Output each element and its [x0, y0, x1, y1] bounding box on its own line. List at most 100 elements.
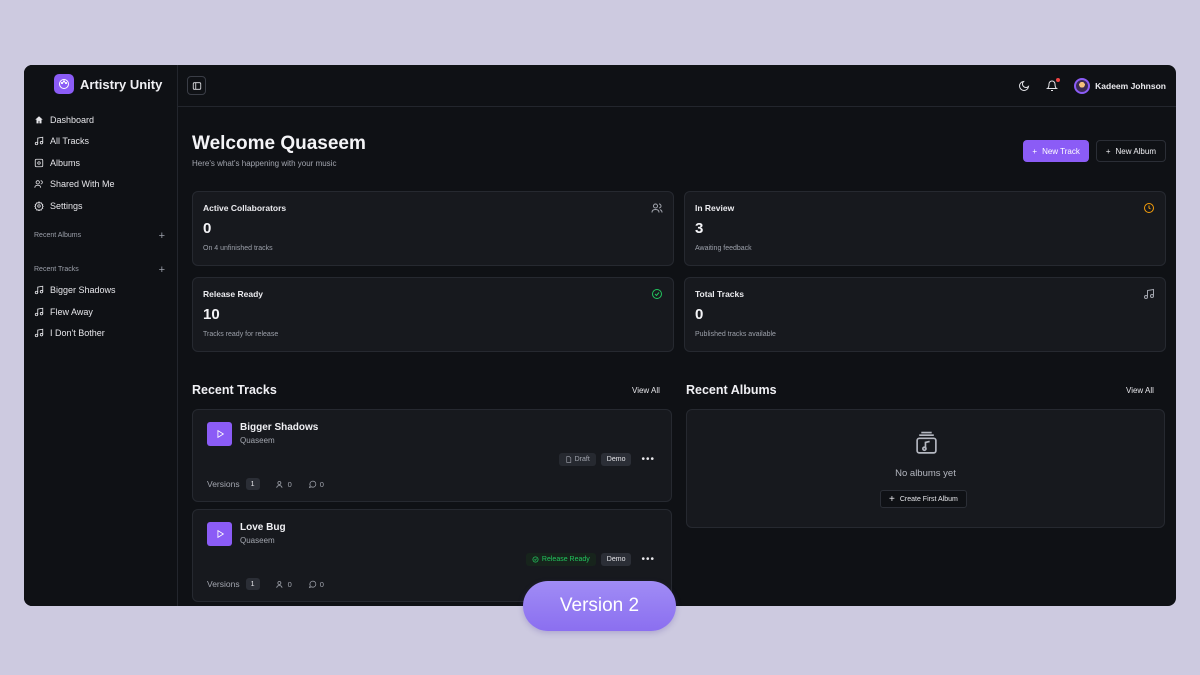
track-name: Love Bug [240, 522, 286, 533]
gear-icon [34, 200, 44, 211]
new-album-button[interactable]: + New Album [1095, 140, 1166, 162]
album-stack-icon [916, 431, 937, 454]
sidebar-item-shared[interactable]: Shared With Me [24, 174, 177, 196]
comment-icon [308, 480, 316, 488]
recent-albums-title: Recent Albums [686, 383, 777, 397]
sidebar-track-i-dont-bother[interactable]: I Don't Bother [24, 323, 177, 345]
file-icon [566, 456, 571, 463]
recent-albums-label: Recent Albums [34, 232, 82, 239]
check-circle-icon [652, 289, 662, 299]
stat-desc: Awaiting feedback [695, 245, 752, 252]
recent-tracks-label: Recent Tracks [34, 266, 79, 273]
stat-card-active-collaborators: Active Collaborators 0 On 4 unfinished t… [192, 191, 674, 266]
brand-name: Artistry Unity [80, 76, 163, 92]
music-note-icon [1144, 288, 1154, 299]
add-album-icon[interactable]: + [159, 230, 165, 242]
sidebar-item-label: Flew Away [50, 306, 93, 317]
status-label: Draft [574, 456, 590, 463]
recent-albums-view-all-link[interactable]: View All [1126, 386, 1154, 395]
version-badge: Version 2 [523, 581, 676, 631]
recent-tracks-header: Recent Tracks + [24, 263, 177, 277]
track-name: Bigger Shadows [240, 422, 319, 433]
user-menu[interactable]: Kadeem Johnson [1074, 77, 1166, 94]
play-icon[interactable] [207, 422, 232, 446]
versions-label: Versions [207, 579, 240, 589]
stat-title: In Review [695, 203, 735, 213]
stat-desc: On 4 unfinished tracks [203, 245, 273, 252]
sidebar-item-label: All Tracks [50, 136, 90, 147]
palette-icon [54, 74, 74, 94]
sidebar-item-label: I Don't Bother [50, 328, 105, 339]
create-album-label: Create First Album [899, 495, 958, 503]
empty-state-text: No albums yet [895, 468, 956, 479]
type-badge: Demo [600, 453, 632, 466]
sidebar-item-albums[interactable]: Albums [24, 152, 177, 174]
topbar-actions: Kadeem Johnson [1018, 77, 1166, 94]
track-meta: Versions 1 0 0 [207, 478, 324, 490]
stat-value: 3 [695, 220, 704, 237]
new-track-button[interactable]: + New Track [1023, 140, 1089, 162]
notifications-button[interactable] [1046, 77, 1061, 92]
music-note-icon [34, 137, 44, 146]
sidebar-item-settings[interactable]: Settings [24, 195, 177, 217]
plus-icon: + [1032, 146, 1038, 156]
collaborators-value: 0 [287, 579, 292, 589]
recent-tracks-view-all-link[interactable]: View All [632, 386, 660, 395]
music-note-icon [34, 329, 44, 338]
users-icon [651, 203, 663, 213]
track-card[interactable]: Bigger Shadows Quaseem Draft Demo ••• Ve… [192, 409, 672, 502]
sidebar-item-label: Dashboard [50, 114, 95, 125]
sidebar-item-dashboard[interactable]: Dashboard [24, 109, 177, 131]
recent-tracks-title: Recent Tracks [192, 383, 277, 397]
add-track-icon[interactable]: + [159, 264, 165, 276]
comment-icon [308, 580, 316, 588]
versions-count: 1 [245, 478, 260, 490]
stat-title: Active Collaborators [203, 203, 287, 213]
users-icon [34, 180, 43, 189]
comments-value: 0 [319, 579, 324, 589]
play-icon[interactable] [207, 522, 232, 546]
stat-title: Total Tracks [695, 289, 744, 299]
track-artist: Quaseem [240, 536, 275, 545]
more-options-icon[interactable]: ••• [641, 454, 655, 465]
sidebar-item-label: Settings [50, 200, 83, 211]
stat-value: 0 [695, 306, 704, 323]
comments-count: 0 [308, 580, 324, 589]
main-area: Kadeem Johnson Welcome Quaseem Here's wh… [178, 65, 1176, 606]
plus-icon: + [1105, 146, 1111, 156]
sidebar-item-all-tracks[interactable]: All Tracks [24, 131, 177, 153]
plus-icon: + [889, 493, 895, 505]
moon-icon [1019, 80, 1030, 91]
page-subtitle: Here's what's happening with your music [192, 159, 337, 168]
collaborators-value: 0 [287, 479, 292, 489]
comments-count: 0 [308, 480, 324, 489]
albums-empty-state: No albums yet + Create First Album [686, 409, 1165, 528]
clock-icon [1144, 203, 1154, 213]
track-artist: Quaseem [240, 436, 275, 445]
sidebar-toggle-button[interactable] [187, 76, 206, 95]
sidebar-item-label: Bigger Shadows [50, 285, 116, 296]
header-actions: + New Track + New Album [1023, 140, 1166, 162]
check-circle-icon [532, 556, 539, 563]
more-options-icon[interactable]: ••• [641, 554, 655, 565]
collaborators-count: 0 [275, 579, 292, 589]
home-icon [35, 116, 43, 124]
status-badge: Release Ready [525, 553, 596, 566]
new-track-label: New Track [1042, 146, 1080, 156]
track-tags: Draft Demo ••• [558, 453, 655, 466]
stat-card-in-review: In Review 3 Awaiting feedback [684, 191, 1166, 266]
stat-title: Release Ready [203, 289, 264, 299]
versions-label: Versions [207, 479, 240, 489]
brand[interactable]: Artistry Unity [24, 73, 177, 95]
stat-desc: Published tracks available [695, 331, 776, 338]
topbar: Kadeem Johnson [178, 65, 1176, 107]
stat-value: 0 [203, 220, 212, 237]
sidebar-icon [192, 81, 201, 90]
create-first-album-button[interactable]: + Create First Album [880, 490, 967, 508]
theme-toggle-button[interactable] [1018, 80, 1030, 92]
sidebar-track-flew-away[interactable]: Flew Away [24, 301, 177, 323]
sidebar-track-bigger-shadows[interactable]: Bigger Shadows [24, 280, 177, 302]
recent-albums-header: Recent Albums + [24, 229, 177, 243]
sidebar-item-label: Shared With Me [50, 179, 115, 190]
app-window: Artistry Unity Dashboard All Tracks Albu… [24, 65, 1176, 606]
